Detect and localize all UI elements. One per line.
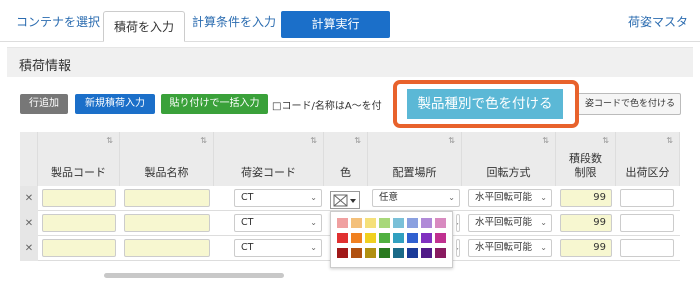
color-swatch[interactable] (379, 248, 390, 258)
color-swatch[interactable] (337, 218, 348, 228)
section-header: 積荷情報 (7, 47, 693, 77)
placement-select[interactable]: ⌄ (456, 239, 460, 257)
col-shipping[interactable]: ⇅ 出荷区分 (616, 132, 680, 186)
code-prefix-checkbox[interactable]: □コード/名称はA〜を付 (272, 97, 382, 112)
color-swatch[interactable] (393, 233, 404, 243)
sort-icon[interactable]: ⇅ (106, 136, 113, 145)
color-by-code-button[interactable]: 姿コードで色を付ける (570, 93, 681, 115)
tab-input-conditions[interactable]: 計算条件を入力 (192, 13, 276, 30)
color-swatch[interactable] (365, 218, 376, 228)
color-swatch[interactable] (379, 218, 390, 228)
color-swatch[interactable] (351, 248, 362, 258)
top-nav: コンテナを選択 積荷を入力 計算条件を入力 計算実行 荷姿マスタ (0, 0, 700, 42)
color-swatch[interactable] (393, 218, 404, 228)
sort-icon[interactable]: ⇅ (666, 136, 673, 145)
horizontal-scrollbar[interactable] (104, 273, 284, 278)
packing-master-link[interactable]: 荷姿マスタ (628, 13, 688, 30)
new-cargo-button[interactable]: 新規積荷入力 (75, 94, 155, 114)
shipping-input[interactable] (620, 214, 674, 232)
shipping-input[interactable] (620, 189, 674, 207)
tab-select-container[interactable]: コンテナを選択 (16, 13, 100, 30)
app: コンテナを選択 積荷を入力 計算条件を入力 計算実行 荷姿マスタ 積荷情報 行追… (0, 0, 700, 286)
rotation-select[interactable]: 水平回転可能 ⌄ (468, 239, 552, 257)
product-code-input[interactable] (42, 189, 116, 207)
delete-row-icon[interactable]: ✕ (20, 186, 38, 211)
section-title: 積荷情報 (19, 59, 72, 74)
pack-code-select[interactable]: CT ⌄ (234, 239, 322, 257)
color-swatch[interactable] (337, 233, 348, 243)
sort-icon[interactable]: ⇅ (448, 136, 455, 145)
col-rotation[interactable]: ⇅ 回転方式 (462, 132, 556, 186)
sort-icon[interactable]: ⇅ (354, 136, 361, 145)
header-row-marker (20, 132, 38, 186)
tab-input-cargo[interactable]: 積荷を入力 (103, 11, 186, 42)
color-swatch[interactable] (407, 218, 418, 228)
color-swatch[interactable] (435, 233, 446, 243)
color-swatch[interactable] (365, 233, 376, 243)
color-swatch[interactable] (393, 248, 404, 258)
color-swatch[interactable] (365, 248, 376, 258)
color-swatch[interactable] (407, 248, 418, 258)
rotation-select[interactable]: 水平回転可能 ⌄ (468, 189, 552, 207)
delete-row-icon[interactable]: ✕ (20, 211, 38, 236)
stack-limit-input[interactable]: 99 (560, 239, 612, 257)
highlight-callout: 製品種別で色を付ける (393, 80, 579, 128)
col-color[interactable]: ⇅ 色 (324, 132, 368, 186)
sort-icon[interactable]: ⇅ (310, 136, 317, 145)
color-swatch[interactable] (435, 218, 446, 228)
product-name-input[interactable] (124, 189, 210, 207)
color-palette-dropdown (330, 211, 453, 268)
bulk-paste-button[interactable]: 貼り付けで一括入力 (161, 94, 268, 114)
color-swatch[interactable] (407, 233, 418, 243)
col-product-name[interactable]: ⇅ 製品名称 (120, 132, 214, 186)
placement-select[interactable]: 任意 ⌄ (372, 189, 460, 207)
product-name-input[interactable] (124, 239, 210, 257)
stack-limit-input[interactable]: 99 (560, 189, 612, 207)
col-stack-limit[interactable]: ⇅ 積段数 制限 (556, 132, 616, 186)
shipping-input[interactable] (620, 239, 674, 257)
run-calculation-button[interactable]: 計算実行 (281, 11, 390, 38)
sort-icon[interactable]: ⇅ (200, 136, 207, 145)
color-swatch[interactable] (421, 233, 432, 243)
stack-limit-input[interactable]: 99 (560, 214, 612, 232)
col-product-code[interactable]: ⇅ 製品コード (38, 132, 120, 186)
color-swatch[interactable] (379, 233, 390, 243)
add-row-button[interactable]: 行追加 (20, 94, 68, 114)
delete-row-icon[interactable]: ✕ (20, 236, 38, 261)
col-pack-code[interactable]: ⇅ 荷姿コード (214, 132, 324, 186)
pack-code-select[interactable]: CT ⌄ (234, 189, 322, 207)
color-swatch[interactable] (351, 233, 362, 243)
rotation-select[interactable]: 水平回転可能 ⌄ (468, 214, 552, 232)
product-code-input[interactable] (42, 214, 116, 232)
sort-icon[interactable]: ⇅ (602, 136, 609, 145)
pack-code-select[interactable]: CT ⌄ (234, 214, 322, 232)
color-swatch[interactable] (421, 248, 432, 258)
color-by-product-button[interactable]: 製品種別で色を付ける (407, 89, 563, 119)
color-swatch[interactable] (421, 218, 432, 228)
color-swatch[interactable] (337, 248, 348, 258)
placement-select[interactable]: ⌄ (456, 214, 460, 232)
no-color-icon (333, 194, 356, 207)
color-swatch[interactable] (351, 218, 362, 228)
sort-icon[interactable]: ⇅ (542, 136, 549, 145)
product-code-input[interactable] (42, 239, 116, 257)
color-select-button[interactable] (330, 191, 360, 209)
col-placement[interactable]: ⇅ 配置場所 (368, 132, 462, 186)
color-swatch[interactable] (435, 248, 446, 258)
product-name-input[interactable] (124, 214, 210, 232)
